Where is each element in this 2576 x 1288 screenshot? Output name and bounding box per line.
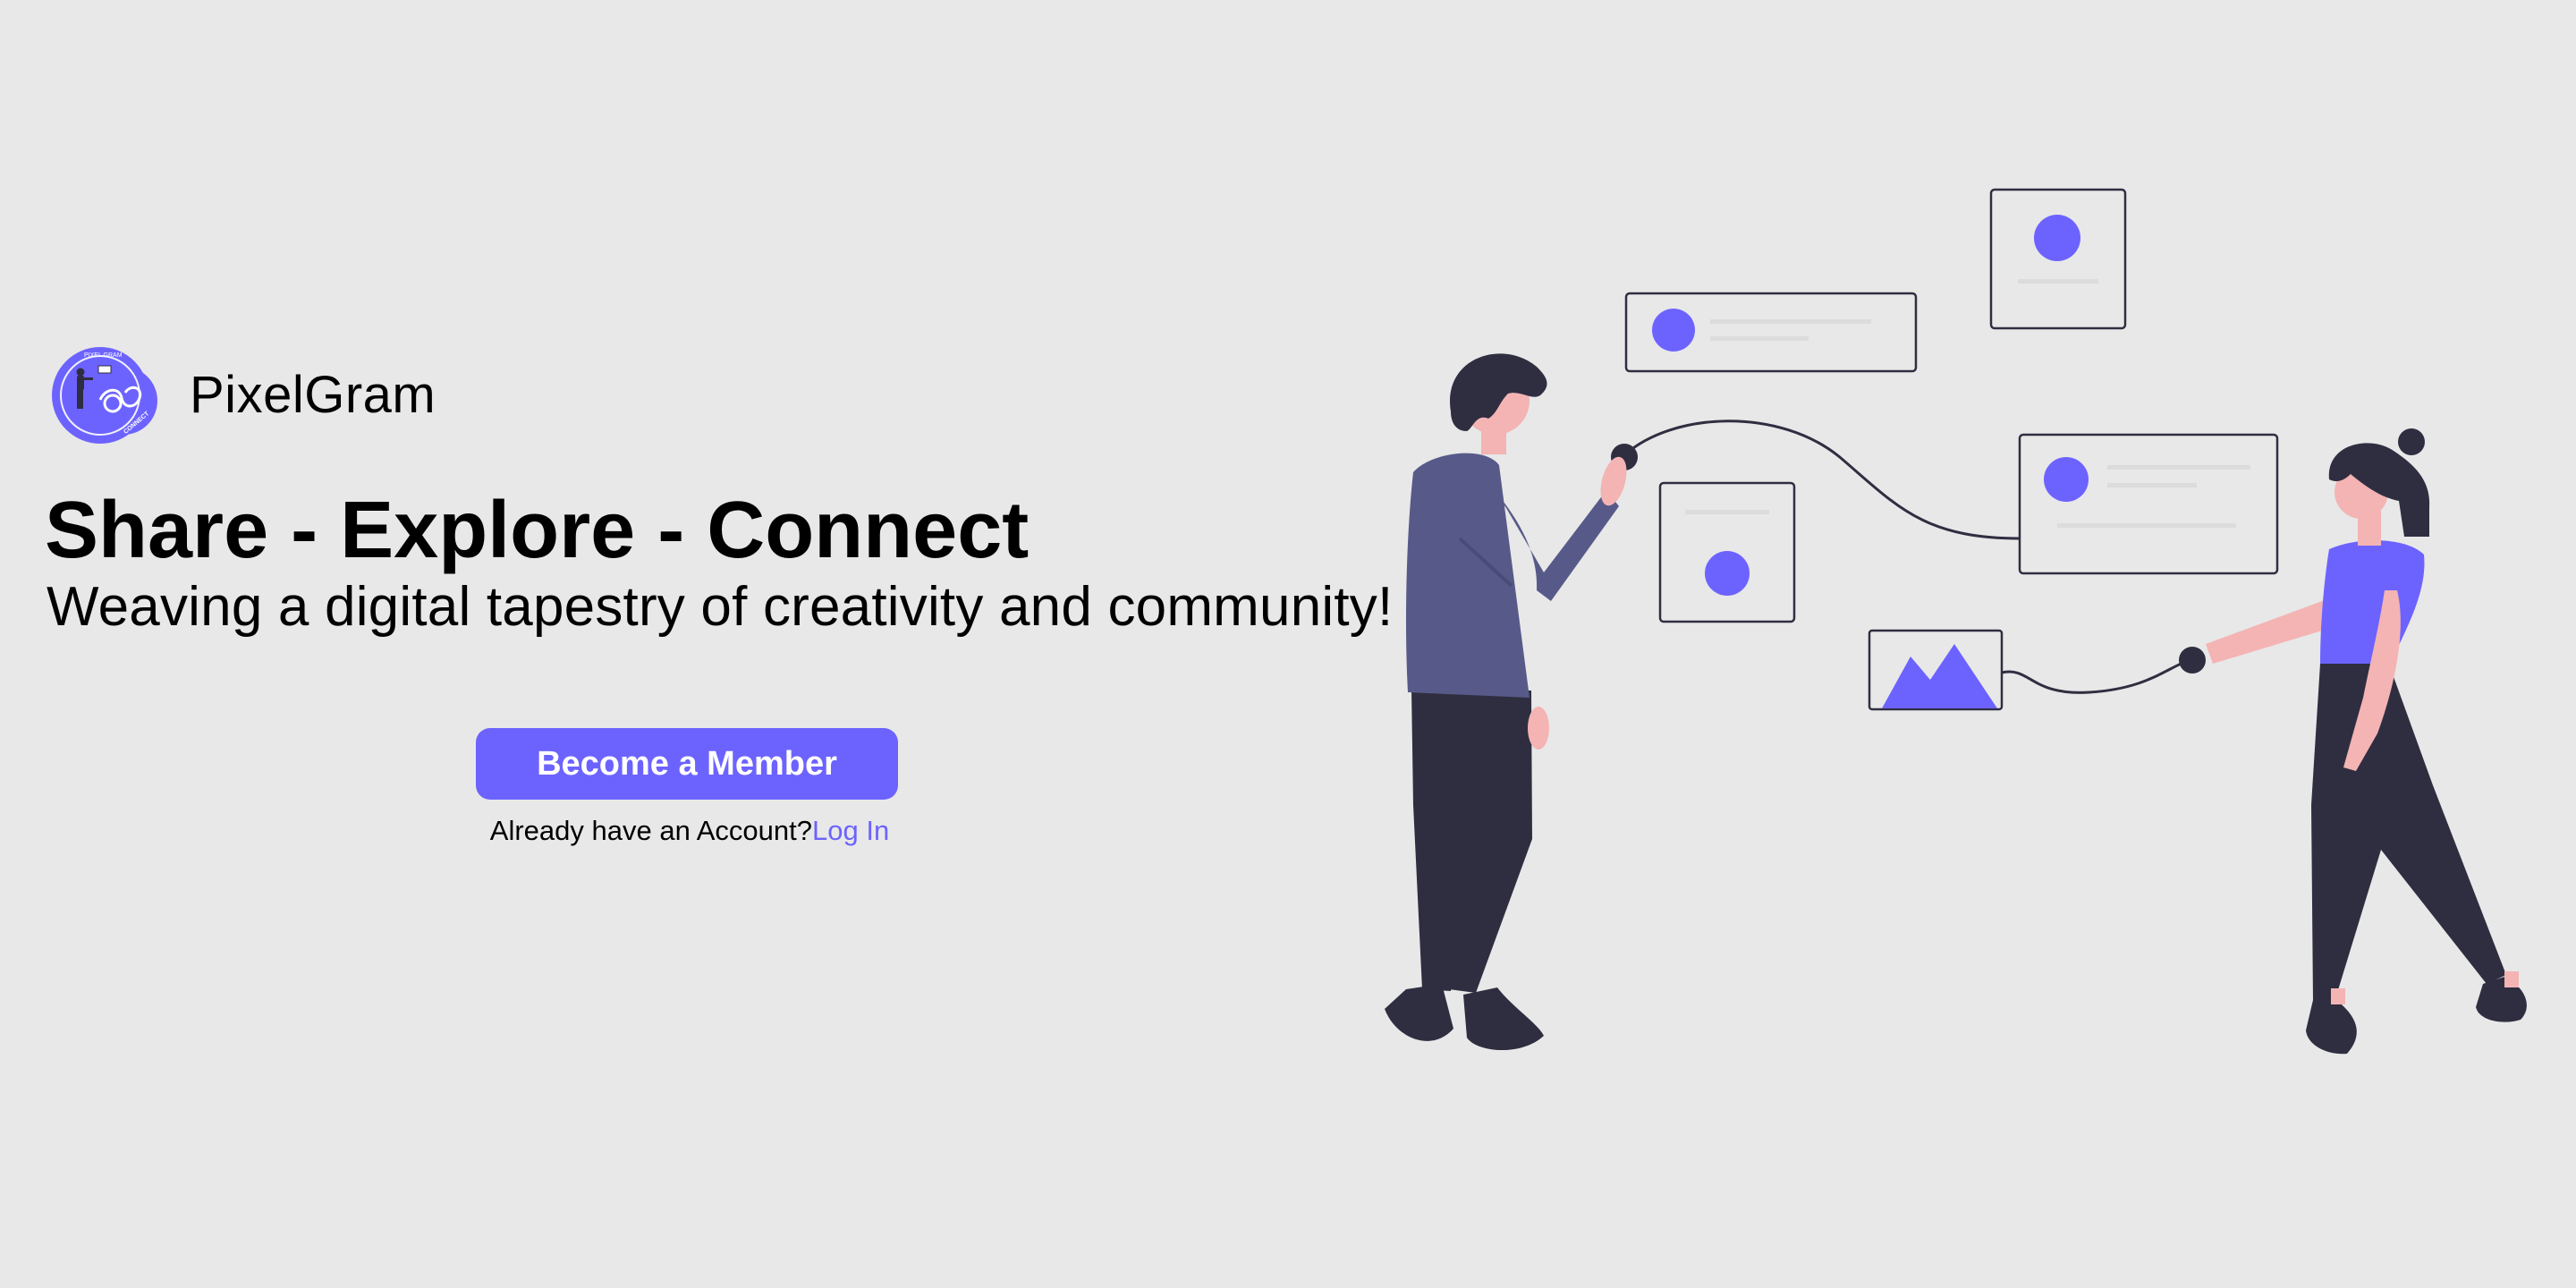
login-prompt: Already have an Account?Log In [479, 810, 900, 852]
floating-card-small-top [1989, 188, 2127, 330]
brand-name: PixelGram [190, 366, 436, 424]
hero-tagline: Weaving a digital tapestry of creativity… [47, 576, 1394, 638]
login-prompt-text: Already have an Account? [489, 815, 812, 846]
become-member-button[interactable]: Become a Member [476, 728, 898, 800]
login-link[interactable]: Log In [812, 815, 889, 846]
pixelgram-logo-icon[interactable]: PixelGram PIXEL GRAM CONNECT [47, 344, 161, 446]
logo-ring-text: PIXEL GRAM [84, 352, 123, 359]
floating-card-large [2018, 433, 2279, 575]
floating-card-image [1868, 629, 2004, 711]
hero-headline: Share - Explore - Connect [45, 486, 1030, 575]
floating-card-square [1658, 481, 1796, 623]
landing-page: PixelGram PIXEL GRAM CONNECT PixelGram S… [0, 0, 2576, 1288]
man-figure [1385, 353, 1627, 1051]
hero-illustration [1385, 188, 2527, 1055]
brand-header: PixelGram PIXEL GRAM CONNECT PixelGram [47, 343, 436, 447]
floating-card-wide [1624, 292, 1918, 373]
